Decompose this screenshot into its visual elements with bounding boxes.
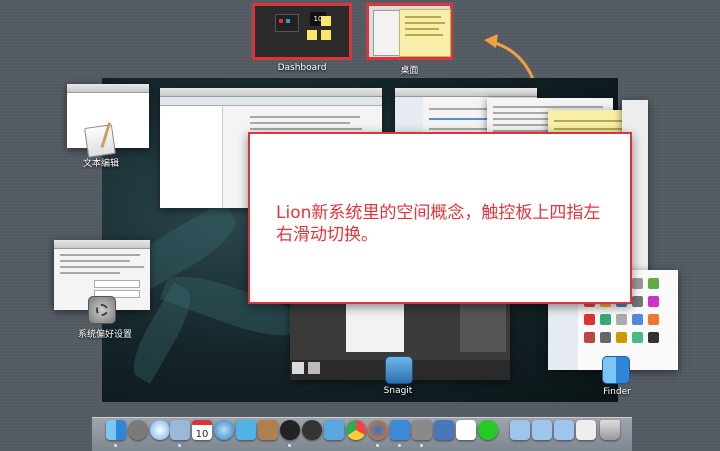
mail-icon[interactable] (170, 420, 190, 440)
launchpad-icon[interactable] (128, 420, 148, 440)
running-indicator (398, 444, 401, 447)
text-edit-label: 文本编辑 (82, 159, 119, 169)
running-indicator (288, 444, 291, 447)
preview-icon[interactable] (236, 420, 256, 440)
running-indicator (114, 444, 117, 447)
trash-icon[interactable] (600, 420, 620, 440)
space-dashboard-thumbnail[interactable]: 10 (252, 3, 352, 60)
widget-sticky-note (307, 30, 317, 40)
widget-sticky-note (321, 30, 331, 40)
annotation-callout-box: Lion新系统里的空间概念，触控板上四指左右滑动切换。 (248, 132, 632, 304)
snagit-icon[interactable] (385, 356, 413, 384)
finder-icon[interactable] (602, 356, 630, 384)
firefox-icon[interactable] (368, 420, 388, 440)
running-indicator (178, 444, 181, 447)
safari-icon[interactable] (150, 420, 170, 440)
folder-icon[interactable] (554, 420, 574, 440)
widget-sticky-note (321, 16, 331, 26)
finder-icon[interactable] (106, 420, 126, 440)
xcode-icon[interactable] (324, 420, 344, 440)
notes-icon[interactable] (258, 420, 278, 440)
snagit-icon[interactable] (390, 420, 410, 440)
running-indicator (376, 444, 379, 447)
photo-icon[interactable] (434, 420, 454, 440)
app-icon[interactable] (478, 420, 498, 440)
system-prefs-icon[interactable] (412, 420, 432, 440)
space-desktop-label: 桌面 (400, 66, 419, 76)
itunes-icon[interactable] (214, 420, 234, 440)
space-desktop-thumbnail[interactable] (366, 3, 453, 60)
text-edit-icon[interactable] (84, 122, 116, 158)
annotation-callout-text: Lion新系统里的空间概念，触控板上四指左右滑动切换。 (276, 203, 601, 245)
wifi-icon[interactable] (456, 420, 476, 440)
finder-label: Finder (603, 387, 631, 397)
calendar-icon[interactable]: 10 (192, 420, 212, 440)
space-dashboard-label: Dashboard (277, 63, 327, 73)
running-indicator (420, 444, 423, 447)
folder-icon[interactable] (532, 420, 552, 440)
widget-calendar (275, 14, 299, 32)
snagit-label: Snagit (383, 386, 413, 396)
system-prefs-icon[interactable] (88, 296, 116, 324)
folder-icon[interactable] (510, 420, 530, 440)
qq-icon[interactable] (302, 420, 322, 440)
document-icon[interactable] (576, 420, 596, 440)
system-prefs-label: 系统偏好设置 (77, 330, 132, 340)
chrome-icon[interactable] (346, 420, 366, 440)
qq-icon[interactable] (280, 420, 300, 440)
